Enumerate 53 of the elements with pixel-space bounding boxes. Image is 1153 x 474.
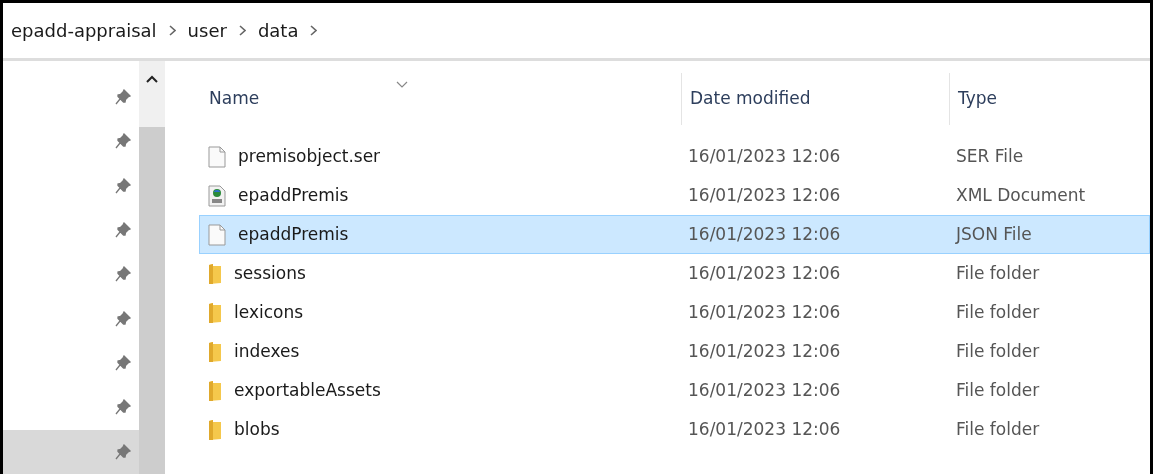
type-cell-text: File folder	[955, 339, 1040, 363]
date-cell-text: 16/01/2023 12:06	[687, 339, 842, 363]
type-cell-text: File folder	[955, 300, 1040, 324]
column-header[interactable]: Date modified	[690, 86, 811, 112]
file-name[interactable]: sessions	[234, 260, 306, 287]
file-name[interactable]: blobs	[234, 416, 280, 443]
chevron-icon[interactable]	[168, 25, 176, 36]
pin-icon[interactable]	[115, 266, 132, 283]
type-cell-text: XML Document	[955, 183, 1086, 207]
pin-icon[interactable]	[115, 89, 132, 106]
date-cell-text: 16/01/2023 12:06	[687, 378, 842, 402]
file-name[interactable]: indexes	[234, 338, 300, 365]
date-cell-text: 16/01/2023 12:06	[687, 222, 842, 246]
chevron-icon[interactable]	[238, 25, 246, 36]
pin-icon[interactable]	[115, 399, 132, 416]
breadcrumb-item[interactable]: user	[187, 17, 227, 44]
column-header[interactable]: Type	[958, 86, 998, 112]
folder-icon	[208, 418, 222, 441]
pin-icon[interactable]	[115, 177, 132, 194]
pin-icon[interactable]	[115, 355, 132, 372]
pin-icon[interactable]	[115, 310, 132, 327]
file-name[interactable]: lexicons	[234, 299, 304, 326]
date-cell-text: 16/01/2023 12:06	[687, 183, 842, 207]
xml-document-icon	[208, 184, 226, 207]
sort-caret-icon	[396, 80, 408, 88]
file-name[interactable]: exportableAssets	[234, 377, 381, 404]
file-name[interactable]: premisobject.ser	[238, 143, 381, 170]
date-cell-text: 16/01/2023 12:06	[687, 417, 842, 441]
type-cell-text: File folder	[955, 378, 1040, 402]
type-cell-text: File folder	[955, 261, 1040, 285]
file-icon	[208, 223, 226, 246]
file-icon	[208, 145, 226, 168]
type-cell-text: JSON File	[954, 222, 1032, 246]
selected-row[interactable]: epaddPremis 16/01/2023 12:06 JSON File	[199, 215, 1150, 254]
column-header[interactable]: Name	[209, 86, 260, 112]
breadcrumb-item[interactable]: data	[257, 17, 299, 44]
file-name[interactable]: epaddPremis	[238, 182, 349, 209]
folder-icon	[208, 379, 222, 402]
type-cell-text: File folder	[955, 417, 1040, 441]
scrollbar[interactable]	[139, 61, 165, 474]
folder-icon	[208, 262, 222, 285]
pin-icon[interactable]	[115, 133, 132, 150]
type-cell-text: SER File	[955, 144, 1024, 168]
breadcrumb-item[interactable]: epadd-appraisal	[11, 17, 157, 44]
pin-icon[interactable]	[115, 222, 132, 239]
file-name[interactable]: epaddPremis	[238, 221, 349, 248]
pin-icon[interactable]	[115, 443, 132, 460]
folder-icon	[208, 301, 222, 324]
folder-icon	[208, 340, 222, 363]
date-cell-text: 16/01/2023 12:06	[687, 261, 842, 285]
date-cell-text: 16/01/2023 12:06	[687, 300, 842, 324]
date-cell-text: 16/01/2023 12:06	[687, 144, 842, 168]
chevron-icon[interactable]	[310, 25, 318, 36]
